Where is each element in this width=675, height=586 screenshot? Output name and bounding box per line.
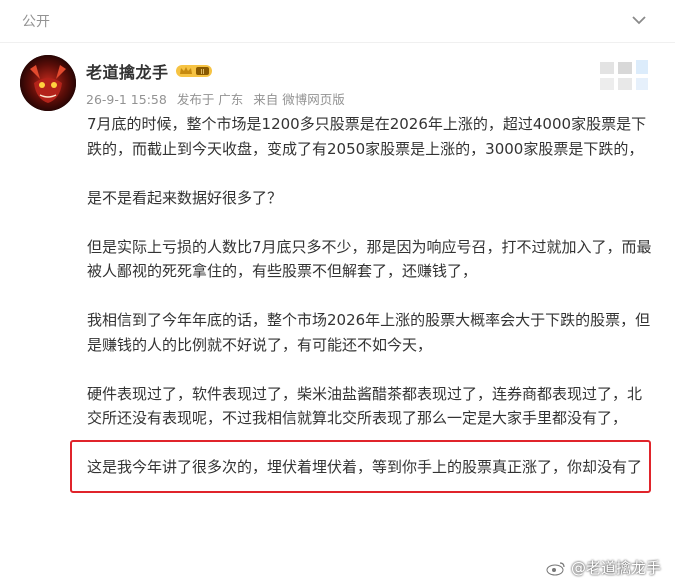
vip-crown-badge-icon[interactable]: II	[175, 63, 213, 79]
svg-text:II: II	[200, 68, 204, 76]
post-paragraph: 是不是看起来数据好很多了？	[87, 188, 283, 207]
post-paragraph: 我相信到了今年年底的话，整个市场2026年上涨的股票大概率会大于下跌的股票，但是…	[87, 311, 651, 354]
weibo-logo-icon	[546, 561, 565, 575]
watermark: @老道擒龙手	[545, 557, 661, 578]
post-meta: 26-9-1 15:58 发布于 广东 来自 微博网页版	[86, 89, 351, 108]
visibility-label: 公开	[22, 14, 50, 30]
author-name[interactable]: 老道擒龙手	[86, 59, 169, 83]
post-paragraph: 但是实际上亏损的人数比7月底只多不少，那是因为响应号召，打不过就加入了，而最被人…	[87, 237, 652, 281]
watermark-text: @老道擒龙手	[570, 559, 661, 577]
post-paragraph-line: 硬件表现过了，软件表现过了，柴米油盐酱醋茶都表现过了，连券商都表现过了，	[87, 384, 628, 403]
post-paragraph: 7月底的时候，整个市场是1200多只股票是在2026年上涨的，超过4000家股票…	[87, 115, 647, 158]
avatar[interactable]	[20, 55, 76, 111]
post-content: 7月底的时候，整个市场是1200多只股票是在2026年上涨的，超过4000家股票…	[87, 112, 655, 480]
post-topbar: 公开	[0, 0, 675, 43]
post-source: 来自 微博网页版	[253, 92, 345, 107]
dragon-avatar-image	[20, 55, 76, 111]
post-date[interactable]: 26-9-1 15:58	[86, 92, 167, 107]
post-paragraph: 硬件表现过了，软件表现过了，柴米油盐酱醋茶都表现过了，连券商都表现过了，北交所还…	[87, 382, 655, 431]
chevron-down-icon[interactable]	[629, 10, 649, 30]
highlight-annotation-box	[70, 440, 651, 493]
author-row: 老道擒龙手 II	[86, 60, 213, 82]
post-location: 发布于 广东	[176, 92, 244, 107]
blurred-thumbnail-image	[600, 60, 648, 90]
